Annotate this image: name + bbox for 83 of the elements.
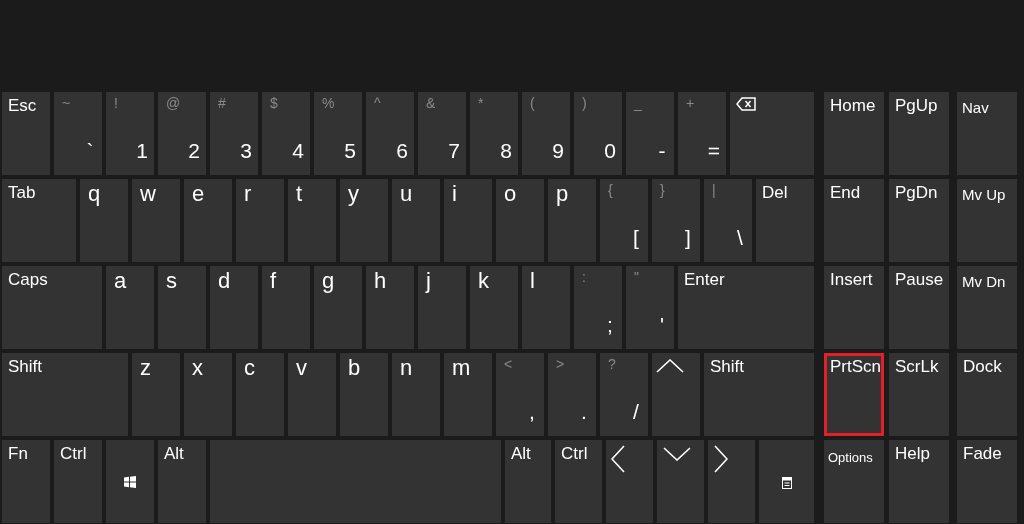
key[interactable]: Pause (889, 266, 949, 349)
key[interactable]: x (184, 353, 232, 436)
key[interactable]: + = (678, 92, 726, 175)
window-grid-icon (124, 476, 136, 488)
key[interactable]: f (262, 266, 310, 349)
chevron-down-icon (663, 447, 691, 461)
key[interactable]: r (236, 179, 284, 262)
key[interactable]: h (366, 266, 414, 349)
key[interactable]: y (340, 179, 388, 262)
key[interactable]: o (496, 179, 544, 262)
key[interactable]: b (340, 353, 388, 436)
key[interactable]: w (132, 179, 180, 262)
space-bar[interactable] (210, 440, 501, 523)
key[interactable]: # 3 (210, 92, 258, 175)
key[interactable]: PgDn (889, 179, 949, 262)
key[interactable]: Help (889, 440, 949, 523)
key[interactable]: ^ 6 (366, 92, 414, 175)
key[interactable]: Ctrl (555, 440, 602, 523)
key[interactable]: Nav (957, 92, 1017, 175)
key[interactable]: Ctrl (54, 440, 102, 523)
key[interactable]: n (392, 353, 440, 436)
key[interactable]: j (418, 266, 466, 349)
key[interactable]: v (288, 353, 336, 436)
key[interactable]: Options (824, 440, 884, 523)
key[interactable]: Mv Up (957, 179, 1017, 262)
key[interactable]: : ; (574, 266, 622, 349)
key[interactable]: & 7 (418, 92, 466, 175)
key[interactable]: Fn (2, 440, 50, 523)
key[interactable]: k (470, 266, 518, 349)
key[interactable]: Dock (957, 353, 1017, 436)
key[interactable]: Home (824, 92, 884, 175)
key[interactable]: t (288, 179, 336, 262)
key[interactable]: z (132, 353, 180, 436)
key[interactable]: " ' (626, 266, 674, 349)
key[interactable]: ? / (600, 353, 648, 436)
key[interactable]: PrtScn (824, 353, 884, 436)
key[interactable]: p (548, 179, 596, 262)
key[interactable]: g (314, 266, 362, 349)
chevron-up-icon (656, 359, 684, 373)
key[interactable] (106, 440, 154, 523)
key[interactable]: ! 1 (106, 92, 154, 175)
key[interactable]: Fade (957, 440, 1017, 523)
key[interactable]: e (184, 179, 232, 262)
document-icon (782, 477, 792, 489)
key[interactable]: Tab (2, 179, 76, 262)
key[interactable]: { [ (600, 179, 648, 262)
key[interactable]: ( 9 (522, 92, 570, 175)
key[interactable]: Shift (704, 353, 814, 436)
key[interactable]: d (210, 266, 258, 349)
key[interactable]: Alt (158, 440, 206, 523)
key[interactable]: > . (548, 353, 596, 436)
key[interactable]: s (158, 266, 206, 349)
key[interactable]: Insert (824, 266, 884, 349)
key[interactable]: _ - (626, 92, 674, 175)
key[interactable]: Esc (2, 92, 50, 175)
key[interactable]: a (106, 266, 154, 349)
key[interactable]: Caps (2, 266, 102, 349)
key[interactable]: PgUp (889, 92, 949, 175)
key[interactable]: u (392, 179, 440, 262)
key[interactable]: ScrLk (889, 353, 949, 436)
key[interactable]: * 8 (470, 92, 518, 175)
key[interactable]: m (444, 353, 492, 436)
key[interactable]: | \ (704, 179, 752, 262)
key[interactable]: Mv Dn (957, 266, 1017, 349)
key[interactable]: ) 0 (574, 92, 622, 175)
key[interactable]: } ] (652, 179, 700, 262)
key[interactable]: Enter (678, 266, 814, 349)
key[interactable]: @ 2 (158, 92, 206, 175)
key[interactable]: q (80, 179, 128, 262)
key[interactable]: Shift (2, 353, 128, 436)
key[interactable]: Alt (505, 440, 551, 523)
key[interactable]: i (444, 179, 492, 262)
chevron-left-icon (611, 445, 625, 473)
key[interactable]: $ 4 (262, 92, 310, 175)
key[interactable]: End (824, 179, 884, 262)
chevron-right-icon (714, 445, 728, 473)
key[interactable]: c (236, 353, 284, 436)
key[interactable]: Del (756, 179, 814, 262)
key[interactable]: < , (496, 353, 544, 436)
key[interactable]: l (522, 266, 570, 349)
key[interactable]: % 5 (314, 92, 362, 175)
key[interactable]: ~ ` (54, 92, 102, 175)
backspace-icon (736, 97, 756, 111)
